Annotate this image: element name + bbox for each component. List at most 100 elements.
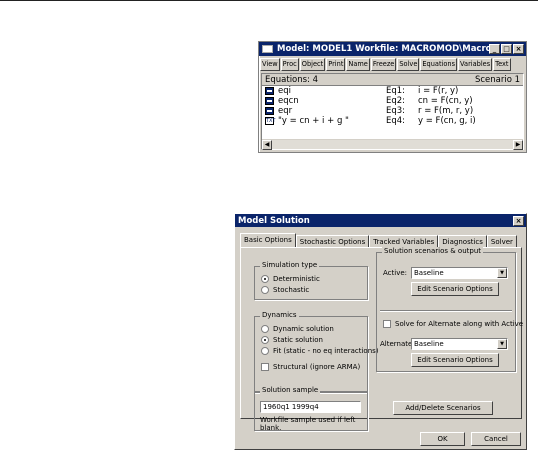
list-item[interactable]: TXT "y = cn + i + g " Eq4: y = F(cn, g, … [262, 116, 523, 126]
alternate-scenario-value: Baseline [414, 340, 444, 348]
freeze-button[interactable]: Freeze [370, 58, 397, 71]
equation-label: Eq3: [386, 106, 406, 116]
close-icon[interactable]: × [513, 215, 524, 226]
tab-solver[interactable]: Solver [486, 235, 517, 247]
dialog-title: Model Solution [238, 215, 310, 226]
equation-count: Equations: 4 [265, 74, 319, 85]
print-button[interactable]: Print [326, 58, 346, 71]
active-label: Active: [383, 269, 408, 277]
alternate-label: Alternate: [380, 340, 415, 348]
text-equation-icon: TXT [265, 117, 276, 125]
scroll-right-icon[interactable]: ▶ [513, 140, 523, 150]
equation-label: Eq1: [386, 86, 406, 96]
equation-label: Eq2: [386, 96, 406, 106]
radio-icon [261, 286, 269, 294]
radio-icon [261, 347, 269, 355]
dialog-tabs: Basic Options Stochastic Options Tracked… [240, 233, 517, 247]
model-window: Model: MODEL1 Workfile: MACROMOD\Macromo… [258, 41, 527, 153]
scenario-label: Scenario 1 [474, 74, 520, 85]
view-button[interactable]: View [260, 58, 280, 71]
dynamic-solution-label: Dynamic solution [273, 325, 334, 333]
checkbox-icon [261, 363, 269, 371]
page-top-rule [0, 0, 538, 1]
chevron-down-icon[interactable]: ▼ [497, 339, 507, 349]
checkbox-icon [383, 320, 391, 328]
tab-basic-options[interactable]: Basic Options [240, 233, 296, 247]
solution-sample-group: Solution sample 1960q1 1999q4 Workfile s… [254, 386, 368, 432]
scenarios-group: Solution scenarios & output Active: Base… [376, 247, 523, 372]
scenario-divider [380, 310, 512, 312]
equation-expr: i = F(r, y) [418, 86, 459, 96]
list-item[interactable]: eqr Eq3: r = F(m, r, y) [262, 106, 523, 116]
equation-name: eqr [278, 106, 293, 116]
equation-list-header: Equations: 4 Scenario 1 [262, 74, 523, 86]
tab-stochastic-options[interactable]: Stochastic Options [295, 235, 370, 247]
model-toolbar: View Proc Object Print Name Freeze Solve… [259, 56, 526, 72]
active-scenario-select[interactable]: Baseline ▼ [411, 267, 508, 279]
chevron-down-icon[interactable]: ▼ [497, 268, 507, 278]
variables-button[interactable]: Variables [458, 58, 493, 71]
equations-button[interactable]: Equations [420, 58, 458, 71]
proc-button[interactable]: Proc [280, 58, 299, 71]
equation-name: eqi [278, 86, 291, 96]
model-solution-dialog: Model Solution × Basic Options Stochasti… [234, 213, 527, 450]
deterministic-radio[interactable]: Deterministic [261, 275, 320, 283]
horizontal-scrollbar[interactable]: ◀ ▶ [262, 139, 523, 150]
equation-icon [265, 87, 274, 95]
radio-selected-icon [261, 275, 269, 283]
name-button[interactable]: Name [346, 58, 370, 71]
static-solution-radio[interactable]: Static solution [261, 336, 323, 344]
equation-icon [265, 97, 274, 105]
equation-expr: r = F(m, r, y) [418, 106, 474, 116]
scroll-left-icon[interactable]: ◀ [262, 140, 272, 150]
alternate-scenario-select[interactable]: Baseline ▼ [411, 338, 508, 350]
equation-expr: y = F(cn, g, i) [418, 116, 476, 126]
solve-button[interactable]: Solve [397, 58, 420, 71]
edit-scenario-options-button[interactable]: Edit Scenario Options [411, 282, 499, 296]
simulation-type-group: Simulation type Deterministic Stochastic [254, 261, 368, 300]
minimize-icon[interactable]: _ [489, 44, 500, 54]
structural-label: Structural (ignore ARMA) [273, 363, 361, 371]
object-button[interactable]: Object [299, 58, 326, 71]
tab-diagnostics[interactable]: Diagnostics [438, 235, 487, 247]
solution-sample-title: Solution sample [260, 386, 321, 394]
maximize-icon[interactable]: □ [501, 44, 512, 54]
fit-label: Fit (static - no eq interactions) [273, 347, 379, 355]
dynamic-solution-radio[interactable]: Dynamic solution [261, 325, 334, 333]
active-scenario-value: Baseline [414, 269, 444, 277]
close-icon[interactable]: × [513, 44, 524, 54]
list-item[interactable]: eqcn Eq2: cn = F(cn, y) [262, 96, 523, 106]
deterministic-label: Deterministic [273, 275, 320, 283]
stochastic-radio[interactable]: Stochastic [261, 286, 309, 294]
dynamics-group: Dynamics Dynamic solution Static solutio… [254, 311, 379, 393]
stochastic-label: Stochastic [273, 286, 310, 294]
cancel-button[interactable]: Cancel [471, 432, 521, 446]
sample-note: Workfile sample used if left blank. [260, 416, 356, 432]
ok-button[interactable]: OK [420, 432, 465, 446]
text-button[interactable]: Text [493, 58, 511, 71]
tab-tracked-variables[interactable]: Tracked Variables [369, 235, 439, 247]
add-delete-scenarios-button[interactable]: Add/Delete Scenarios [393, 401, 493, 415]
equation-name: "y = cn + i + g " [278, 116, 349, 126]
list-item[interactable]: eqi Eq1: i = F(r, y) [262, 86, 523, 96]
radio-icon [261, 325, 269, 333]
fit-radio[interactable]: Fit (static - no eq interactions) [261, 347, 379, 355]
equation-name: eqcn [278, 96, 299, 106]
model-window-titlebar[interactable]: Model: MODEL1 Workfile: MACROMOD\Macromo… [259, 42, 526, 56]
dialog-titlebar[interactable]: Model Solution × [235, 214, 526, 227]
sample-input[interactable]: 1960q1 1999q4 [260, 401, 361, 413]
solve-alternate-checkbox[interactable]: Solve for Alternate along with Active [383, 320, 523, 328]
basic-options-page: Simulation type Deterministic Stochastic… [240, 247, 523, 432]
solve-alternate-label: Solve for Alternate along with Active [395, 320, 524, 328]
model-window-title: Model: MODEL1 Workfile: MACROMOD\Macromo… [277, 44, 489, 54]
equation-list: Equations: 4 Scenario 1 eqi Eq1: i = F(r… [261, 73, 524, 150]
equation-icon [265, 107, 274, 115]
edit-scenario-options-button-2[interactable]: Edit Scenario Options [411, 353, 499, 367]
equation-label: Eq4: [386, 116, 406, 126]
window-app-icon [262, 45, 273, 53]
radio-selected-icon [261, 336, 269, 344]
simulation-type-title: Simulation type [260, 261, 320, 269]
static-solution-label: Static solution [273, 336, 323, 344]
equation-expr: cn = F(cn, y) [418, 96, 473, 106]
structural-checkbox[interactable]: Structural (ignore ARMA) [261, 363, 360, 371]
